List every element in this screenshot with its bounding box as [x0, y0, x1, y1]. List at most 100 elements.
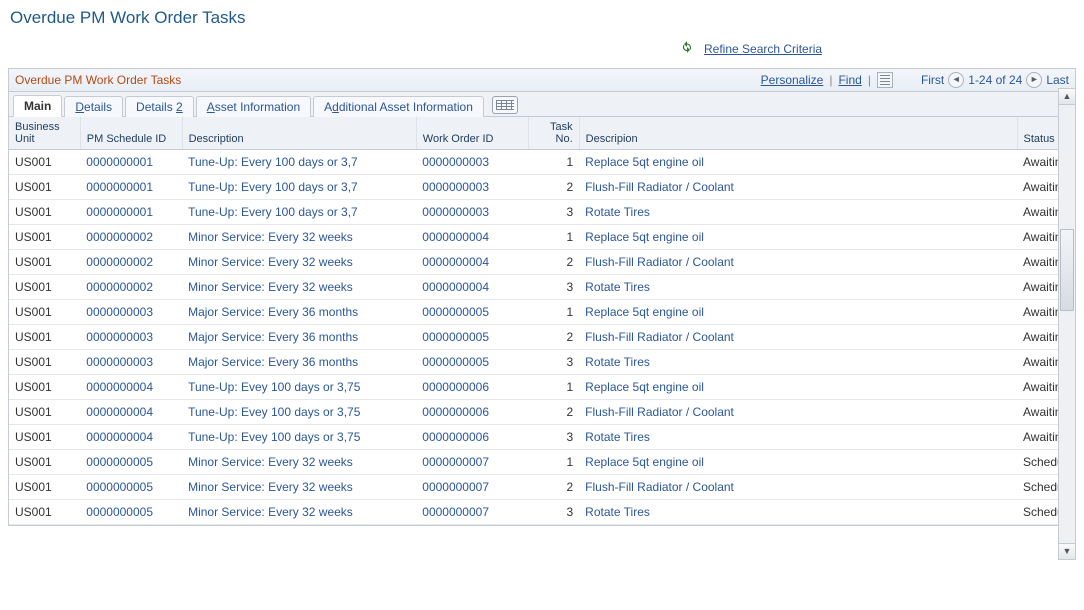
cell-taskno: 2 [528, 475, 579, 500]
cell-woid-link[interactable]: 0000000007 [422, 455, 489, 469]
col-header-woid[interactable]: Work Order ID [416, 117, 528, 150]
cell-desc2-link[interactable]: Flush-Fill Radiator / Coolant [585, 255, 734, 269]
col-header-desc2[interactable]: Descripion [579, 117, 1017, 150]
vertical-scrollbar[interactable]: ▲ ▼ [1058, 88, 1076, 560]
cell-pmsched-link[interactable]: 0000000004 [86, 405, 153, 419]
next-page-button[interactable]: ► [1026, 72, 1042, 88]
cell-desc-link[interactable]: Minor Service: Every 32 weeks [188, 455, 353, 469]
cell-pmsched-link[interactable]: 0000000004 [86, 430, 153, 444]
cell-desc2-link[interactable]: Rotate Tires [585, 205, 650, 219]
cell-pmsched-link[interactable]: 0000000002 [86, 230, 153, 244]
cell-desc-link[interactable]: Minor Service: Every 32 weeks [188, 230, 353, 244]
cell-bu: US001 [9, 400, 80, 425]
cell-pmsched-link[interactable]: 0000000003 [86, 330, 153, 344]
cell-desc-link[interactable]: Minor Service: Every 32 weeks [188, 255, 353, 269]
cell-woid-link[interactable]: 0000000003 [422, 180, 489, 194]
cell-pmsched-link[interactable]: 0000000002 [86, 280, 153, 294]
cell-pmsched-link[interactable]: 0000000002 [86, 255, 153, 269]
cell-woid-link[interactable]: 0000000004 [422, 255, 489, 269]
cell-pmsched-link[interactable]: 0000000004 [86, 380, 153, 394]
cell-pmsched-link[interactable]: 0000000005 [86, 455, 153, 469]
refine-row: Refine Search Criteria [0, 32, 1084, 62]
col-header-taskno[interactable]: Task No. [528, 117, 579, 150]
cell-desc-link[interactable]: Tune-Up: Every 100 days or 3,7 [188, 205, 358, 219]
cell-bu: US001 [9, 450, 80, 475]
cell-desc-link[interactable]: Tune-Up: Evey 100 days or 3,75 [188, 380, 360, 394]
cell-desc-link[interactable]: Minor Service: Every 32 weeks [188, 280, 353, 294]
cell-desc-link[interactable]: Major Service: Every 36 months [188, 355, 358, 369]
cell-desc2-link[interactable]: Replace 5qt engine oil [585, 305, 704, 319]
cell-pmsched-link[interactable]: 0000000001 [86, 205, 153, 219]
cell-woid-link[interactable]: 0000000007 [422, 505, 489, 519]
tab-main[interactable]: Main [13, 95, 62, 117]
cell-woid-link[interactable]: 0000000007 [422, 480, 489, 494]
scroll-down-button[interactable]: ▼ [1059, 543, 1075, 559]
cell-woid-link[interactable]: 0000000004 [422, 230, 489, 244]
download-icon[interactable] [877, 72, 893, 88]
cell-desc2-link[interactable]: Replace 5qt engine oil [585, 155, 704, 169]
find-link[interactable]: Find [838, 73, 861, 87]
first-label[interactable]: First [921, 73, 944, 87]
cell-desc-link[interactable]: Minor Service: Every 32 weeks [188, 505, 353, 519]
col-header-bu[interactable]: Business Unit [9, 117, 80, 150]
cell-desc-link[interactable]: Tune-Up: Every 100 days or 3,7 [188, 180, 358, 194]
cell-desc-link[interactable]: Tune-Up: Every 100 days or 3,7 [188, 155, 358, 169]
cell-desc2-link[interactable]: Rotate Tires [585, 430, 650, 444]
personalize-link[interactable]: Personalize [761, 73, 824, 87]
cell-woid-link[interactable]: 0000000005 [422, 330, 489, 344]
table-row: US0010000000002Minor Service: Every 32 w… [9, 275, 1075, 300]
cell-desc-link[interactable]: Tune-Up: Evey 100 days or 3,75 [188, 430, 360, 444]
cell-woid-link[interactable]: 0000000006 [422, 405, 489, 419]
cell-woid-link[interactable]: 0000000005 [422, 305, 489, 319]
cell-bu: US001 [9, 225, 80, 250]
tab-asset[interactable]: Asset Information [196, 96, 311, 117]
cell-taskno: 1 [528, 150, 579, 175]
cell-desc2-link[interactable]: Flush-Fill Radiator / Coolant [585, 330, 734, 344]
tab-addl_asset[interactable]: Additional Asset Information [313, 96, 484, 117]
cell-taskno: 3 [528, 500, 579, 525]
refine-search-criteria-link[interactable]: Refine Search Criteria [704, 42, 822, 56]
cell-pmsched-link[interactable]: 0000000005 [86, 480, 153, 494]
cell-desc-link[interactable]: Tune-Up: Evey 100 days or 3,75 [188, 405, 360, 419]
col-header-pmsched[interactable]: PM Schedule ID [80, 117, 182, 150]
cell-pmsched-link[interactable]: 0000000005 [86, 505, 153, 519]
cell-desc2-link[interactable]: Flush-Fill Radiator / Coolant [585, 405, 734, 419]
cell-desc2-link[interactable]: Flush-Fill Radiator / Coolant [585, 180, 734, 194]
col-header-desc[interactable]: Description [182, 117, 416, 150]
separator: | [866, 73, 873, 87]
cell-desc2-link[interactable]: Rotate Tires [585, 355, 650, 369]
cell-pmsched-link[interactable]: 0000000003 [86, 305, 153, 319]
cell-desc2-link[interactable]: Replace 5qt engine oil [585, 380, 704, 394]
last-label[interactable]: Last [1046, 73, 1069, 87]
cell-pmsched-link[interactable]: 0000000003 [86, 355, 153, 369]
cell-woid-link[interactable]: 0000000003 [422, 155, 489, 169]
cell-woid-link[interactable]: 0000000006 [422, 380, 489, 394]
cell-woid-link[interactable]: 0000000004 [422, 280, 489, 294]
cell-pmsched-link[interactable]: 0000000001 [86, 155, 153, 169]
cell-woid-link[interactable]: 0000000005 [422, 355, 489, 369]
cell-bu: US001 [9, 250, 80, 275]
prev-page-button[interactable]: ◄ [948, 72, 964, 88]
row-range-label: 1-24 of 24 [968, 73, 1022, 87]
cell-pmsched-link[interactable]: 0000000001 [86, 180, 153, 194]
cell-desc2-link[interactable]: Flush-Fill Radiator / Coolant [585, 480, 734, 494]
cell-desc-link[interactable]: Major Service: Every 36 months [188, 305, 358, 319]
table-row: US001 0000000005 Minor Service: Every 32 w… [9, 450, 1075, 475]
scroll-thumb[interactable] [1060, 229, 1074, 311]
cell-taskno: 3 [528, 350, 579, 375]
cell-desc2-link[interactable]: Rotate Tires [585, 280, 650, 294]
cell-taskno: 1 [528, 450, 579, 475]
tab-details2[interactable]: Details 2 [125, 96, 194, 117]
refresh-icon[interactable] [680, 40, 694, 57]
cell-woid-link[interactable]: 0000000006 [422, 430, 489, 444]
cell-desc-link[interactable]: Minor Service: Every 32 weeks [188, 480, 353, 494]
cell-desc-link[interactable]: Major Service: Every 36 months [188, 330, 358, 344]
grid-horizontal-scroll[interactable]: Business UnitPM Schedule IDDescriptionWo… [9, 117, 1075, 525]
cell-desc2-link[interactable]: Replace 5qt engine oil [585, 455, 704, 469]
tab-details[interactable]: Details [64, 96, 123, 117]
cell-desc2-link[interactable]: Rotate Tires [585, 505, 650, 519]
show-all-columns-icon[interactable] [492, 96, 518, 114]
scroll-up-button[interactable]: ▲ [1059, 89, 1075, 105]
cell-desc2-link[interactable]: Replace 5qt engine oil [585, 230, 704, 244]
cell-woid-link[interactable]: 0000000003 [422, 205, 489, 219]
